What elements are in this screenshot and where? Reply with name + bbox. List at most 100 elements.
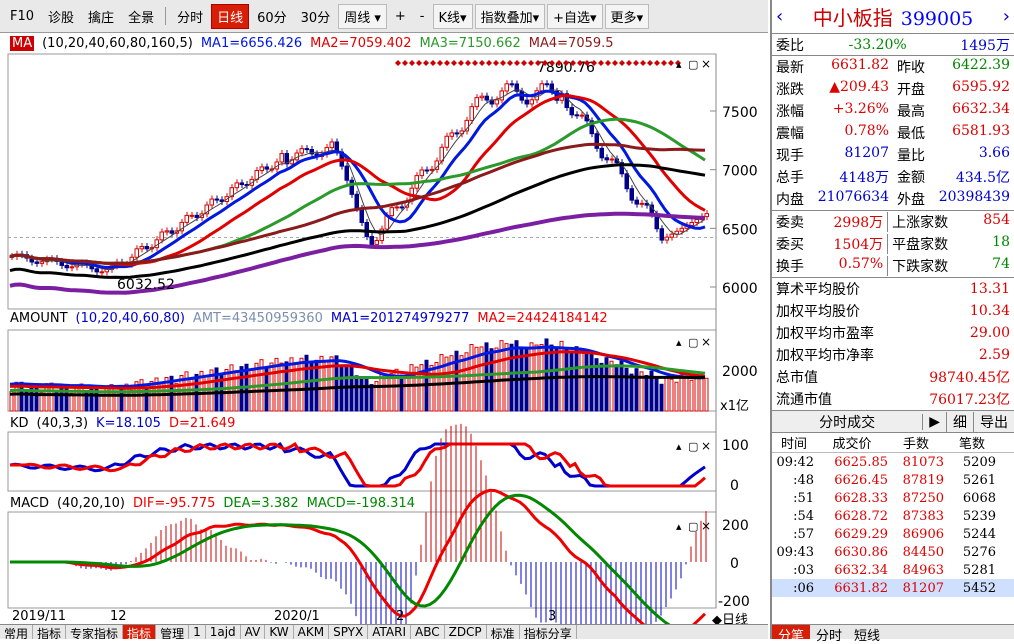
trade-row[interactable]: :57 6629.29 86906 5244 — [772, 525, 1014, 543]
quote-row: 总手 4148万 金额 434.5亿 — [772, 166, 1014, 188]
trade-volume: 84450 — [902, 544, 944, 560]
candle-body — [634, 199, 639, 205]
stat-label: 流通市值 — [776, 392, 832, 408]
indicator-tab[interactable]: 指标分享 — [520, 625, 577, 639]
weekly-dropdown[interactable]: 周线 ▾ — [338, 3, 387, 29]
index-overlay-dropdown[interactable]: 指数叠加▾ — [474, 3, 546, 29]
diagnose-button[interactable]: 诊股 — [42, 4, 80, 29]
signal-marker — [416, 60, 422, 66]
trade-row[interactable]: :03 6632.34 84963 5281 — [772, 561, 1014, 579]
indicator-tab[interactable]: AV — [241, 625, 266, 639]
quote-label: 金额 — [897, 170, 925, 186]
candle-body — [169, 230, 174, 234]
period-intraday-button[interactable]: 分时 — [171, 4, 209, 29]
trade-row[interactable]: :54 6628.72 87383 5239 — [772, 507, 1014, 525]
candle-body — [329, 141, 334, 149]
weibi-value: -33.20% — [848, 36, 907, 53]
indicator-tab[interactable]: 指标 — [123, 625, 157, 639]
period-30min-button[interactable]: 30分 — [295, 4, 337, 29]
add-favorite-dropdown[interactable]: +自选▾ — [547, 3, 603, 29]
amount-indicator-selector[interactable]: AMOUNT — [10, 311, 68, 326]
period-daily-button[interactable]: 日线 — [211, 3, 250, 29]
stat-value: 2.59 — [978, 347, 1010, 363]
trades-export-button[interactable]: 导出 — [973, 411, 1014, 432]
kline-chart-area[interactable]: 7500 7000 6500 6000 7890.76 6032.52 2000 x1亿 100… — [0, 34, 768, 628]
breadth-value: 0.57% — [838, 256, 884, 272]
quote-value: 6595.92 — [952, 79, 1010, 95]
signal-marker — [444, 60, 450, 66]
prev-arrow-icon[interactable]: ‹ — [776, 6, 783, 27]
trades-list[interactable]: 09:42 6625.85 81073 5209:48 6626.45 87819 5261… — [772, 453, 1014, 597]
trade-count: 5452 — [962, 580, 996, 596]
tab-intraday[interactable]: 分时 — [810, 625, 848, 644]
zoom-in-button[interactable]: + — [389, 6, 412, 27]
candle-body — [359, 207, 364, 223]
candle-body — [39, 261, 44, 264]
kline-dropdown[interactable]: K线▾ — [432, 3, 473, 29]
volume-bar — [64, 384, 69, 412]
quote-cell: 开盘 6595.92 — [893, 79, 1014, 99]
trade-row[interactable]: 09:43 6630.86 84450 5276 — [772, 543, 1014, 561]
ma-160-line — [9, 211, 706, 295]
candle-body — [609, 158, 614, 161]
trades-play-icon[interactable]: ▶ — [922, 413, 946, 430]
indicator-tab[interactable]: 标准 — [487, 625, 520, 639]
f10-button[interactable]: F10 — [4, 6, 40, 27]
candle-body — [689, 221, 694, 226]
indicator-tab[interactable]: 管理 — [156, 625, 190, 639]
ma-indicator-selector[interactable]: MA — [10, 36, 35, 51]
more-dropdown[interactable]: 更多▾ — [604, 3, 650, 29]
trade-row[interactable]: :48 6626.45 87819 5261 — [772, 471, 1014, 489]
candle-body — [479, 95, 484, 99]
zoom-out-button[interactable]: - — [414, 6, 431, 27]
panel-close-icon: × — [701, 335, 711, 349]
quote-label: 涨幅 — [776, 104, 804, 120]
quote-label: 总手 — [776, 170, 804, 186]
kd-indicator-selector[interactable]: KD — [10, 416, 29, 431]
indicator-tab-bar: 常用 指标 专家指标 指标 管理 1 1ajd AV KW AKM SPYX ATARI ABC ZDCP… — [0, 624, 768, 639]
volume-bar — [569, 351, 574, 412]
dealer-button[interactable]: 擒庄 — [82, 4, 120, 29]
indicator-tab[interactable]: AKM — [294, 625, 330, 639]
volume-bar — [354, 375, 359, 412]
trades-detail-button[interactable]: 细 — [946, 411, 973, 432]
signal-marker — [640, 60, 646, 66]
indicator-tab[interactable]: 常用 — [0, 625, 34, 639]
trade-price: 6628.72 — [834, 508, 888, 524]
indicator-tab[interactable]: 专家指标 — [66, 625, 124, 639]
macd-indicator-selector[interactable]: MACD — [10, 496, 49, 511]
tab-ticks[interactable]: 分笔 — [772, 625, 811, 644]
trade-row[interactable]: :06 6631.82 81207 5452 — [772, 579, 1014, 597]
indicator-tab[interactable]: KW — [265, 625, 294, 639]
chart-toolbar: F10 诊股 擒庄 全景 分时 日线 60分 30分 周线 ▾ + - K线▾ … — [0, 0, 768, 33]
volume-bar — [224, 368, 229, 412]
quote-cell: 昨收 6422.39 — [893, 57, 1014, 77]
quote-cell: 金额 434.5亿 — [893, 167, 1014, 187]
signal-marker — [423, 60, 429, 66]
tab-shortterm[interactable]: 短线 — [848, 625, 886, 644]
panorama-button[interactable]: 全景 — [122, 4, 160, 29]
candle-body — [694, 219, 699, 223]
trade-time: 09:43 — [776, 544, 814, 560]
quote-value: +3.26% — [832, 101, 889, 117]
quote-cell: 外盘 20398439 — [893, 189, 1014, 209]
indicator-tab[interactable]: ZDCP — [445, 625, 487, 639]
amount-ma2-value: MA2=24424184142 — [477, 311, 608, 326]
candle-body — [444, 135, 449, 148]
indicator-tab[interactable]: SPYX — [329, 625, 369, 639]
period-60min-button[interactable]: 60分 — [251, 4, 293, 29]
trade-row[interactable]: 09:42 6625.85 81073 5209 — [772, 453, 1014, 471]
stat-row: 流通市值 76017.23亿 — [772, 388, 1014, 410]
panel-frame — [7, 53, 717, 310]
next-arrow-icon[interactable]: › — [1003, 6, 1010, 27]
indicator-tab[interactable]: ATARI — [368, 625, 411, 639]
x-label-3: 3 — [548, 609, 557, 624]
volume-bar — [94, 385, 99, 412]
indicator-tab[interactable]: 1 — [189, 625, 206, 639]
indicator-tab[interactable]: 指标 — [33, 625, 67, 639]
trade-row[interactable]: :51 6628.33 87250 6068 — [772, 489, 1014, 507]
indicator-tab[interactable]: 1ajd — [206, 625, 241, 639]
amount-title-bar: AMOUNT (10,20,40,60,80) AMT=43450959360 … — [10, 311, 608, 326]
trade-time: :57 — [793, 526, 814, 542]
indicator-tab[interactable]: ABC — [411, 625, 445, 639]
